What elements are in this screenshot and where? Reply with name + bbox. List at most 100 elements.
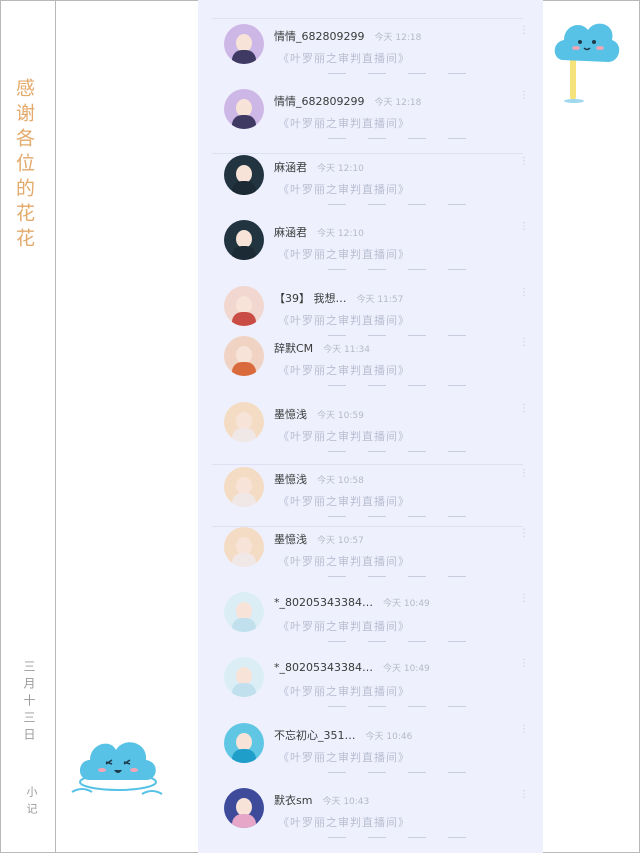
avatar-body	[232, 115, 256, 129]
message-time: 今天 10:59	[317, 411, 364, 421]
dashed-divider	[328, 706, 478, 707]
message-preview: 《叶罗丽之审判直播间》	[278, 364, 410, 377]
dashed-divider	[328, 385, 478, 386]
message-preview: 《叶罗丽之审判直播间》	[278, 183, 410, 196]
avatar-body	[232, 683, 256, 697]
signature-label: 小记	[25, 786, 38, 820]
message-time: 今天 10:46	[365, 732, 413, 742]
message-row[interactable]: 不忘初心_351… 今天 10:46 《叶罗丽之审判直播间》 ⋮	[198, 711, 543, 775]
message-preview: 《叶罗丽之审判直播间》	[278, 430, 410, 443]
avatar-body	[232, 493, 256, 507]
message-time: 今天 10:58	[317, 476, 364, 486]
message-time: 今天 12:10	[317, 164, 364, 174]
more-options-icon[interactable]: ⋮	[519, 659, 529, 669]
sender-name: 墨憶浅 今天 10:58	[274, 471, 364, 487]
sender-name: 情情_682809299 今天 12:18	[274, 93, 421, 109]
dashed-divider	[328, 138, 478, 139]
avatar[interactable]	[224, 657, 264, 697]
dashed-divider	[328, 204, 478, 205]
avatar-body	[232, 246, 256, 260]
thanks-heading: 感谢各位的花花	[13, 78, 35, 253]
avatar-body	[232, 814, 256, 828]
message-row[interactable]: 辞默CM 今天 11:34 《叶罗丽之审判直播间》 ⋮	[198, 324, 543, 388]
more-options-icon[interactable]: ⋮	[519, 157, 529, 167]
message-time: 今天 10:57	[317, 536, 364, 546]
message-preview: 《叶罗丽之审判直播间》	[278, 751, 410, 764]
sender-name: 不忘初心_351… 今天 10:46	[274, 727, 412, 743]
avatar[interactable]	[224, 89, 264, 129]
avatar-body	[232, 428, 256, 442]
sender-name: *_80205343384… 今天 10:49	[274, 596, 430, 609]
cloud-mascot-icon	[554, 23, 620, 103]
more-options-icon[interactable]: ⋮	[519, 529, 529, 539]
more-options-icon[interactable]: ⋮	[519, 26, 529, 36]
message-time: 今天 10:49	[382, 599, 430, 609]
sender-name-text: 【39】 我想…	[274, 292, 347, 305]
avatar-body	[232, 181, 256, 195]
avatar[interactable]	[224, 467, 264, 507]
cloud-floating-icon	[71, 742, 163, 795]
dashed-divider	[328, 772, 478, 773]
dashed-divider	[328, 269, 478, 270]
message-row[interactable]: 墨憶浅 今天 10:57 《叶罗丽之审判直播间》 ⋮	[198, 515, 543, 579]
message-row[interactable]: 墨憶浅 今天 10:59 《叶罗丽之审判直播间》 ⋮	[198, 390, 543, 454]
sender-name-text: 墨憶浅	[274, 408, 307, 421]
margin-rule	[55, 0, 56, 853]
sender-name-text: 墨憶浅	[274, 533, 307, 546]
dashed-divider	[328, 837, 478, 838]
dashed-divider	[328, 451, 478, 452]
avatar-body	[232, 362, 256, 376]
avatar[interactable]	[224, 402, 264, 442]
avatar[interactable]	[224, 723, 264, 763]
message-row[interactable]: 情情_682809299 今天 12:18 《叶罗丽之审判直播间》 ⋮	[198, 12, 543, 76]
message-preview: 《叶罗丽之审判直播间》	[278, 816, 410, 829]
more-options-icon[interactable]: ⋮	[519, 288, 529, 298]
message-preview: 《叶罗丽之审判直播间》	[278, 555, 410, 568]
sender-name: 麻涵君 今天 12:10	[274, 159, 364, 175]
message-preview: 《叶罗丽之审判直播间》	[278, 52, 410, 65]
sender-name-text: 墨憶浅	[274, 473, 307, 486]
avatar-body	[232, 618, 256, 632]
sender-name: *_80205343384… 今天 10:49	[274, 661, 430, 674]
sender-name: 默衣sm 今天 10:43	[274, 792, 369, 808]
sender-name-text: 情情_682809299	[274, 95, 365, 108]
avatar-body	[232, 553, 256, 567]
sender-name-text: 辞默CM	[274, 342, 314, 355]
more-options-icon[interactable]: ⋮	[519, 338, 529, 348]
avatar[interactable]	[224, 592, 264, 632]
message-time: 今天 10:49	[382, 664, 430, 674]
more-options-icon[interactable]: ⋮	[519, 469, 529, 479]
message-row[interactable]: 墨憶浅 今天 10:58 《叶罗丽之审判直播间》 ⋮	[198, 455, 543, 519]
avatar[interactable]	[224, 788, 264, 828]
avatar[interactable]	[224, 286, 264, 326]
sender-name-text: 默衣sm	[274, 794, 313, 807]
message-time: 今天 12:10	[317, 229, 364, 239]
message-time: 今天 12:18	[374, 98, 422, 108]
more-options-icon[interactable]: ⋮	[519, 91, 529, 101]
more-options-icon[interactable]: ⋮	[519, 222, 529, 232]
message-row[interactable]: 情情_682809299 今天 12:18 《叶罗丽之审判直播间》 ⋮	[198, 77, 543, 141]
message-preview: 《叶罗丽之审判直播间》	[278, 117, 410, 130]
message-row[interactable]: 默衣sm 今天 10:43 《叶罗丽之审判直播间》 ⋮	[198, 776, 543, 840]
more-options-icon[interactable]: ⋮	[519, 790, 529, 800]
sender-name-text: *_80205343384…	[274, 596, 373, 609]
dashed-divider	[328, 73, 478, 74]
avatar[interactable]	[224, 155, 264, 195]
more-options-icon[interactable]: ⋮	[519, 725, 529, 735]
message-row[interactable]: *_80205343384… 今天 10:49 《叶罗丽之审判直播间》 ⋮	[198, 580, 543, 644]
sender-name-text: *_80205343384…	[274, 661, 373, 674]
sender-name-text: 情情_682809299	[274, 30, 365, 43]
avatar[interactable]	[224, 336, 264, 376]
avatar-body	[232, 50, 256, 64]
avatar[interactable]	[224, 24, 264, 64]
more-options-icon[interactable]: ⋮	[519, 594, 529, 604]
message-row[interactable]: 麻涵君 今天 12:10 《叶罗丽之审判直播间》 ⋮	[198, 208, 543, 272]
message-row[interactable]: 麻涵君 今天 12:10 《叶罗丽之审判直播间》 ⋮	[198, 143, 543, 207]
sender-name: 墨憶浅 今天 10:57	[274, 531, 364, 547]
more-options-icon[interactable]: ⋮	[519, 404, 529, 414]
dashed-divider	[328, 576, 478, 577]
message-row[interactable]: *_80205343384… 今天 10:49 《叶罗丽之审判直播间》 ⋮	[198, 645, 543, 709]
avatar[interactable]	[224, 220, 264, 260]
message-time: 今天 11:34	[323, 345, 370, 355]
avatar[interactable]	[224, 527, 264, 567]
